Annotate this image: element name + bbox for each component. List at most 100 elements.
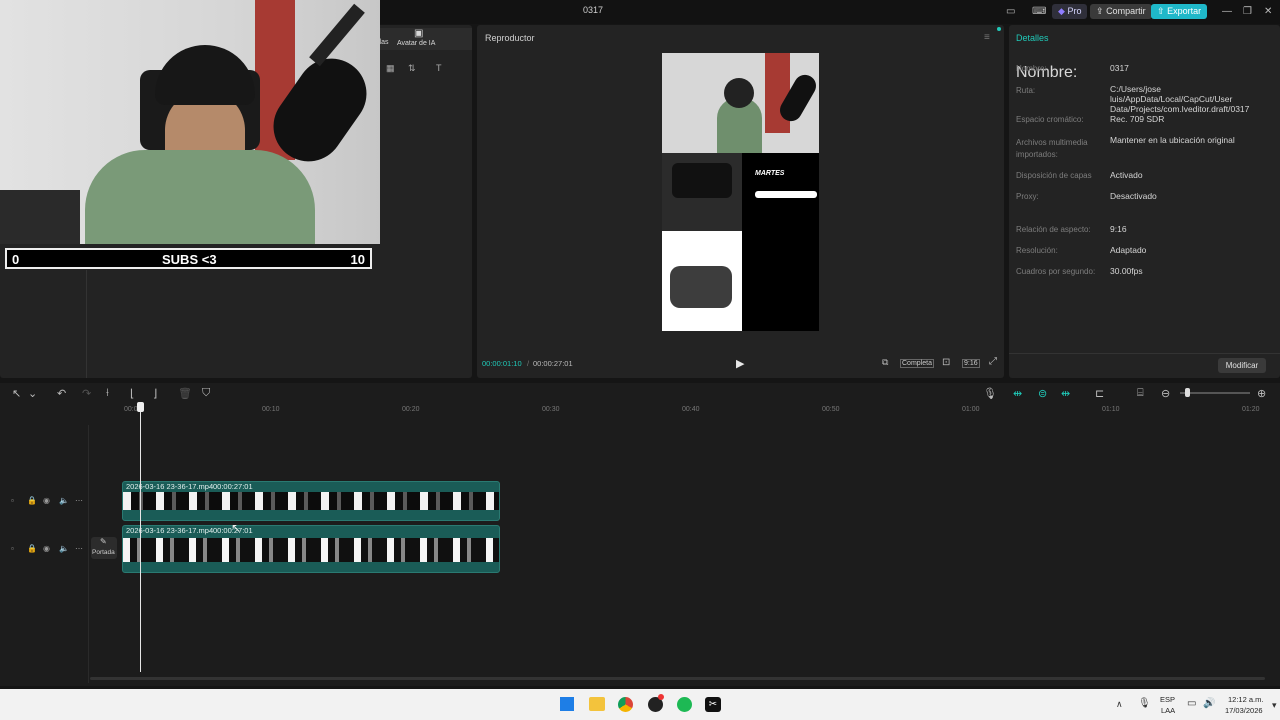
undo-icon[interactable]: ↶	[57, 387, 66, 400]
track1-eye-icon[interactable]: ◉	[43, 496, 50, 505]
split-right-icon[interactable]: ⌋	[153, 387, 157, 400]
redo-icon[interactable]: ↷	[82, 387, 91, 400]
det-label-fps: Cuadros por segundo:	[1016, 267, 1096, 276]
cover-button[interactable]: ✎ Portada	[91, 537, 117, 559]
zoom-out-icon[interactable]: ⊖	[1161, 387, 1170, 400]
filter-icon[interactable]: T	[436, 63, 442, 73]
minimize-icon[interactable]: —	[1222, 6, 1232, 17]
ruler-tick: 00:40	[682, 406, 700, 413]
det-value-path: C:/Users/jose luis/AppData/Local/CapCut/…	[1110, 84, 1250, 114]
track2-lock-icon[interactable]: 🔒	[27, 544, 37, 553]
pencil-icon: ✎	[100, 537, 107, 546]
zoom-slider[interactable]	[1180, 392, 1250, 394]
complete-button[interactable]: Completa	[900, 359, 934, 368]
snapshot-icon[interactable]: ⊡	[942, 357, 950, 368]
status-dot	[997, 27, 1001, 31]
playhead[interactable]	[140, 404, 141, 672]
clip1-duration: 00:00:27:01	[213, 482, 253, 491]
playhead-handle[interactable]	[137, 402, 144, 412]
export-label: Exportar	[1167, 6, 1202, 16]
volume-icon[interactable]: 🔊	[1203, 698, 1215, 709]
zoom-slider-handle[interactable]	[1185, 388, 1190, 397]
player-title: Reproductor	[485, 33, 535, 43]
taskbar	[0, 689, 1280, 720]
panel-divider	[86, 270, 87, 378]
grid-view-icon[interactable]: ▦	[386, 63, 395, 74]
notification-dot	[658, 694, 664, 700]
play-icon[interactable]: ▶	[736, 357, 744, 370]
preview-bag-gray	[670, 266, 732, 308]
track1-more-icon[interactable]: ⋯	[75, 496, 83, 505]
preview-button-shape	[755, 191, 817, 198]
restore-icon[interactable]: ❐	[1243, 6, 1252, 17]
export-button[interactable]: ⇧ Exportar	[1151, 4, 1208, 19]
layout-code[interactable]: LAA	[1161, 706, 1175, 715]
share-button[interactable]: ⇪ Compartir	[1090, 4, 1152, 19]
magnet-icon[interactable]: ⊜	[1038, 387, 1047, 400]
pro-button[interactable]: ◆ Pro	[1052, 4, 1088, 19]
select-tool-icon[interactable]: ↖	[12, 387, 21, 400]
microphone-icon[interactable]: 🎙	[983, 387, 997, 400]
track1-audio-icon[interactable]: 🔈	[59, 496, 69, 505]
menu-icon[interactable]: ≡	[984, 32, 990, 43]
det-label-path: Ruta:	[1016, 86, 1036, 95]
notifications-icon[interactable]: ▾	[1272, 700, 1277, 711]
score-left: 0	[12, 252, 20, 267]
clip1-thumbnails	[123, 492, 499, 510]
chrome-icon[interactable]	[618, 697, 633, 712]
capcut-icon[interactable]: ✂	[705, 697, 721, 712]
file-explorer-icon[interactable]	[589, 697, 605, 711]
mouse-cursor-icon: ↖	[231, 521, 242, 535]
ruler-tick: 01:10	[1102, 406, 1120, 413]
track1-video-icon[interactable]: ▫	[11, 496, 14, 505]
modify-button[interactable]: Modificar	[1218, 358, 1266, 373]
score-bar: 0 SUBS <3 10	[5, 248, 372, 269]
link-main-icon[interactable]: ⇹	[1013, 387, 1022, 400]
select-dropdown-icon[interactable]: ⌄	[28, 387, 37, 400]
ratio-button[interactable]: 9:16	[962, 359, 980, 368]
det-value-name: 0317	[1110, 63, 1129, 73]
video-preview[interactable]: MARTES	[662, 53, 821, 331]
mic-tray-icon[interactable]: 🎙	[1138, 698, 1151, 709]
det-label-layers: Disposición de capas	[1016, 171, 1092, 180]
tab-avatar[interactable]: Avatar de IA	[397, 40, 435, 47]
close-icon[interactable]: ✕	[1264, 6, 1272, 17]
preview-webcam	[662, 53, 821, 153]
total-time: 00:00:27:01	[533, 359, 573, 368]
track2-eye-icon[interactable]: ◉	[43, 544, 50, 553]
det-value-proxy: Desactivado	[1110, 191, 1157, 201]
caption-icon[interactable]: ⌸	[1137, 387, 1144, 400]
track1-lock-icon[interactable]: 🔒	[27, 496, 37, 505]
split-icon[interactable]: ⟊	[106, 387, 109, 400]
pro-label: Pro	[1067, 6, 1082, 16]
det-label-proxy: Proxy:	[1016, 192, 1039, 201]
track2-audio-icon[interactable]: 🔈	[59, 544, 69, 553]
det-value-resolution: Adaptado	[1110, 245, 1147, 255]
chevron-up-icon[interactable]: ∧	[1116, 699, 1123, 710]
clock-time[interactable]: 12:12 a.m.	[1228, 695, 1263, 704]
link-icon[interactable]: ⇹	[1061, 387, 1070, 400]
fullscreen-icon[interactable]: ⤢	[989, 356, 997, 367]
clock-date[interactable]: 17/03/2026	[1225, 706, 1263, 715]
ruler-tick: 00:50	[822, 406, 840, 413]
track2-video-icon[interactable]: ▫	[11, 544, 14, 553]
zoom-in-icon[interactable]: ⊕	[1257, 387, 1266, 400]
network-icon[interactable]: ▭	[1187, 698, 1196, 709]
shield-icon[interactable]: ⛉	[202, 387, 210, 400]
layout-icon[interactable]: ▭	[1006, 6, 1015, 17]
timeline-scrollbar[interactable]	[90, 677, 1265, 680]
keyboard-icon[interactable]: ⌨	[1032, 6, 1046, 17]
preview-day: MARTES	[755, 170, 785, 177]
spotify-icon[interactable]	[677, 697, 692, 712]
track2-more-icon[interactable]: ⋯	[75, 544, 83, 553]
preview-bag-white	[662, 231, 742, 331]
lang-code[interactable]: ESP	[1160, 695, 1175, 704]
split-left-icon[interactable]: ⌊	[130, 387, 134, 400]
crop-icon[interactable]: ⧉	[882, 357, 888, 368]
det-value-colorspace: Rec. 709 SDR	[1110, 114, 1165, 124]
delete-icon[interactable]: 🗑	[178, 387, 192, 400]
preview-axis-icon[interactable]: ⊏	[1095, 387, 1104, 400]
sort-icon[interactable]: ⇅	[408, 63, 416, 74]
ruler-tick: 01:00	[962, 406, 980, 413]
windows-start-icon[interactable]	[560, 697, 574, 711]
